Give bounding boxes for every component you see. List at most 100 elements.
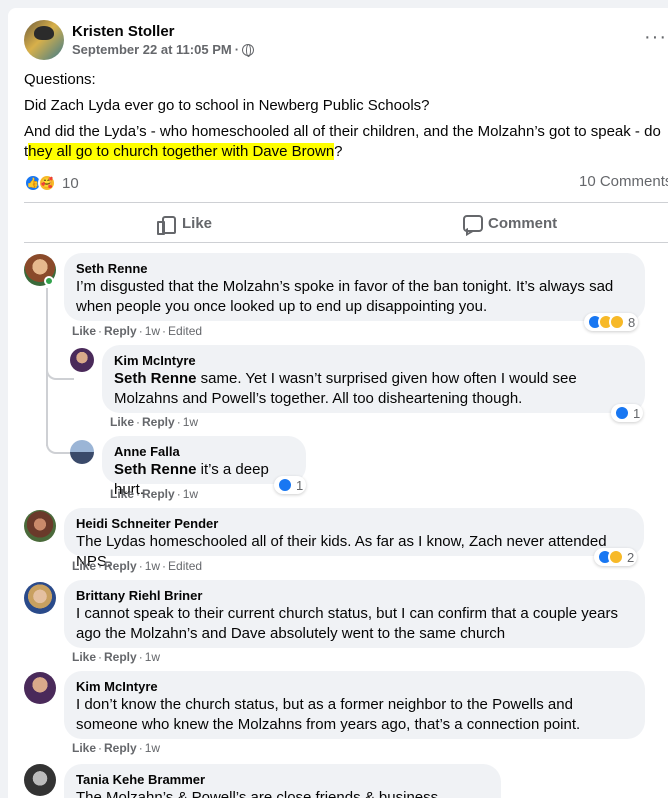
comment-actions: Like · Reply · 1w [110,487,198,501]
comment-bubble: Seth Renne I’m disgusted that the Molzah… [64,253,645,321]
comment-actions: Like · Reply · 1w [110,415,198,429]
meta-separator: · [162,324,167,338]
comment-button-label: Comment [488,214,558,232]
comment-reply-link[interactable]: Reply [104,741,137,755]
mention-link[interactable]: Seth Renne [114,461,197,478]
highlighted-text: hey all go to church together with Dave … [28,143,335,160]
comment-like-link[interactable]: Like [110,487,134,501]
comment-bubble: Kim McIntyre Seth Renne same. Yet I wasn… [102,345,645,413]
commenter-avatar[interactable] [70,348,94,372]
comment-reactions[interactable]: 2 [594,548,638,566]
meta-separator: · [98,650,103,664]
comment-text: I’m disgusted that the Molzahn’s spoke i… [76,278,614,315]
comment-bubble-icon [462,214,483,232]
comment-bubble: Kim McIntyre I don’t know the church sta… [64,671,645,739]
comment-reactions[interactable]: 1 [274,476,307,494]
meta-separator: · [176,415,181,429]
meta-separator: · [136,487,141,501]
online-status-indicator [44,276,54,286]
comment-time[interactable]: 1w [183,487,198,501]
commenter-name[interactable]: Kim McIntyre [76,679,633,695]
meta-separator: · [234,42,240,57]
thumbs-up-icon [156,214,176,235]
commenter-name[interactable]: Anne Falla [114,444,294,460]
commenter-name[interactable]: Brittany Riehl Briner [76,588,633,604]
comment-reply-link[interactable]: Reply [104,324,137,338]
meta-separator: · [98,324,103,338]
comment-reply-link[interactable]: Reply [142,487,175,501]
comment-text: I cannot speak to their current church s… [76,605,618,642]
comment-like-link[interactable]: Like [72,559,96,573]
comment-text: The Molzahn’s & Powell’s are close frien… [76,789,439,798]
post-timestamp[interactable]: September 22 at 11:05 PM [72,42,232,57]
comment-button[interactable]: Comment [462,208,557,238]
meta-separator: · [138,324,143,338]
meta-separator: · [98,741,103,755]
comment-bubble: Brittany Riehl Briner I cannot speak to … [64,580,645,648]
commenter-avatar[interactable] [70,440,94,464]
commenter-avatar[interactable] [24,764,56,796]
comment-reaction-count: 8 [628,314,636,330]
comment-reaction-count: 2 [627,549,635,565]
comment-time[interactable]: 1w [145,741,160,755]
comment-bubble: Tania Kehe Brammer The Molzahn’s & Powel… [64,764,501,798]
comment-actions: Like · Reply · 1w · Edited [72,324,202,338]
comment-edited-label[interactable]: Edited [168,559,202,573]
like-button-label: Like [182,214,213,232]
commenter-name[interactable]: Tania Kehe Brammer [76,772,489,788]
meta-separator: · [138,559,143,573]
comment-actions: Like · Reply · 1w [72,650,160,664]
like-button[interactable]: Like [156,208,212,238]
comment-like-link[interactable]: Like [72,741,96,755]
care-reaction-icon: 🥰 [38,174,56,192]
commenter-name[interactable]: Seth Renne [76,261,633,277]
post-author-avatar[interactable] [24,20,64,60]
reaction-count: 10 [62,174,79,192]
post-text-line: And did the Lyda’s - who homeschooled al… [24,123,661,140]
meta-separator: · [138,650,143,664]
comment-text: I don’t know the church status, but as a… [76,696,581,733]
comment-reply-link[interactable]: Reply [104,650,137,664]
more-options-icon[interactable]: ··· [644,27,667,47]
comment-reaction-count: 1 [633,405,641,421]
commenter-avatar[interactable] [24,672,56,704]
comment-reaction-count: 1 [296,477,304,493]
comment-bubble: Heidi Schneiter Pender The Lydas homesch… [64,508,644,570]
commenter-avatar[interactable] [24,510,56,542]
divider [24,242,668,243]
post-reactions[interactable]: 👍 🥰 10 [24,174,79,192]
sad-reaction-icon [609,314,625,330]
comment-time[interactable]: 1w [145,559,160,573]
comment-text: Seth Renne same. Yet I wasn’t surprised … [114,369,633,409]
like-reaction-icon [614,405,630,421]
comment-time[interactable]: 1w [145,324,160,338]
meta-separator: · [136,415,141,429]
comment-reply-link[interactable]: Reply [142,415,175,429]
comment-time[interactable]: 1w [145,650,160,664]
post-text-line: Questions: [24,71,96,88]
meta-separator: · [98,559,103,573]
comments-count-link[interactable]: 10 Comments [579,173,668,190]
globe-icon [242,43,255,57]
comment-time[interactable]: 1w [183,415,198,429]
comment-reply-link[interactable]: Reply [104,559,137,573]
comment-reactions[interactable]: 8 [584,313,639,331]
comment-edited-label[interactable]: Edited [168,324,202,338]
comment-actions: Like · Reply · 1w [72,741,160,755]
wow-reaction-icon [608,549,624,565]
comment-like-link[interactable]: Like [110,415,134,429]
mention-link[interactable]: Seth Renne [114,370,197,387]
commenter-name[interactable]: Heidi Schneiter Pender [76,516,632,532]
comment-bubble: Anne Falla Seth Renne it’s a deep hurt. [102,436,306,498]
post-text-segment: ? [334,143,343,160]
post-text-line: Did Zach Lyda ever go to school in Newbe… [24,97,430,114]
comment-like-link[interactable]: Like [72,324,96,338]
meta-separator: · [138,741,143,755]
meta-separator: · [176,487,181,501]
comment-like-link[interactable]: Like [72,650,96,664]
post-author-name[interactable]: Kristen Stoller [72,23,175,40]
post-meta: September 22 at 11:05 PM · [72,42,255,57]
commenter-name[interactable]: Kim McIntyre [114,353,633,369]
commenter-avatar[interactable] [24,582,56,614]
comment-reactions[interactable]: 1 [611,404,644,422]
